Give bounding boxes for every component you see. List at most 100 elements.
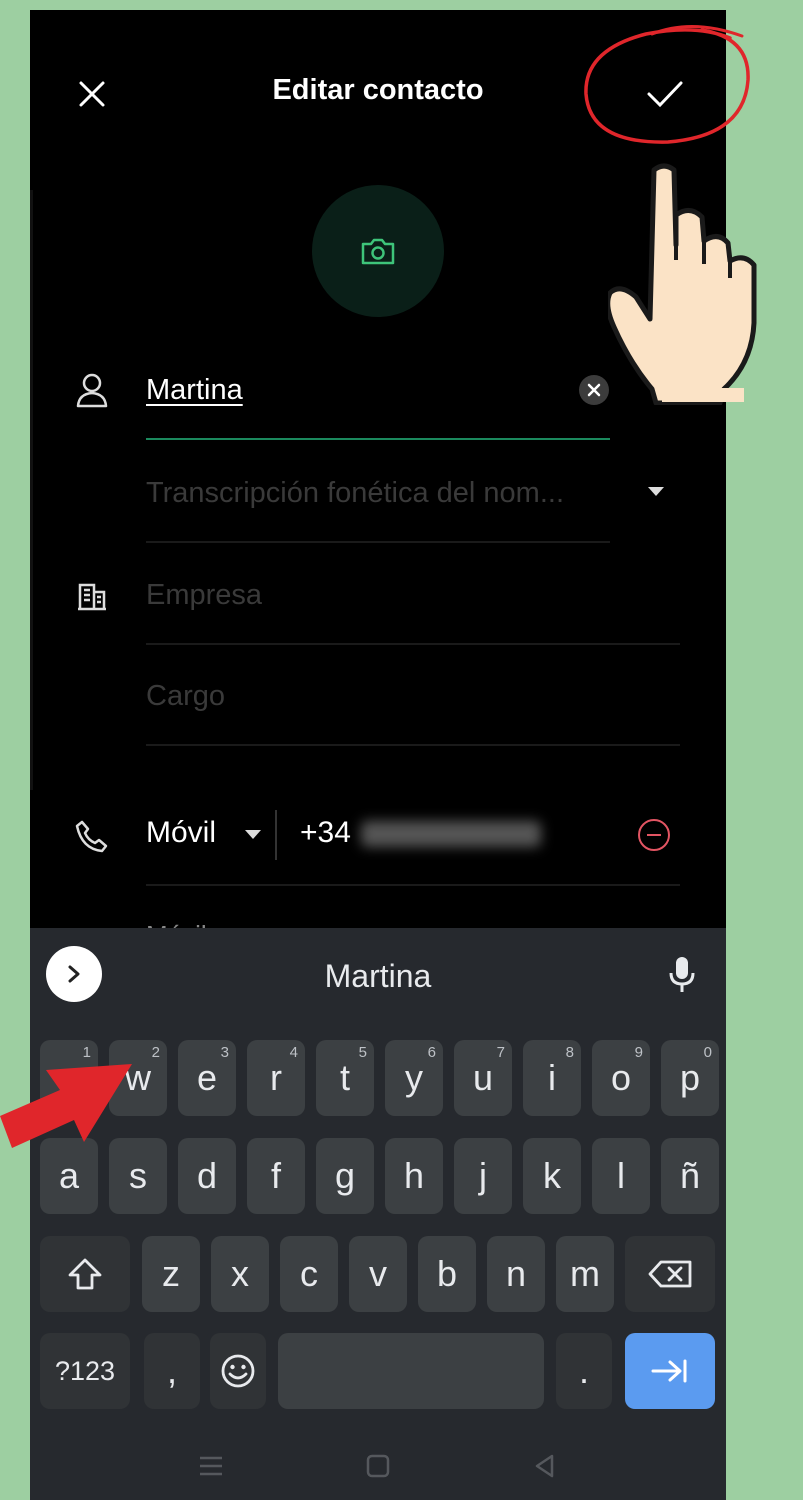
key-letter: v: [369, 1253, 387, 1294]
key-h[interactable]: h: [385, 1138, 443, 1214]
key-letter: e: [196, 1057, 218, 1098]
key-letter: b: [436, 1253, 458, 1294]
back-button[interactable]: [525, 1446, 565, 1486]
phonetic-name-input[interactable]: Transcripción fonética del nom...: [146, 477, 564, 510]
divider: [275, 810, 277, 860]
key-y[interactable]: y6: [385, 1040, 443, 1116]
redacted-number: [360, 821, 541, 848]
name-underline: [146, 438, 610, 440]
red-arrow-annotation: [0, 1064, 132, 1148]
key-letter: p: [679, 1057, 701, 1098]
chevron-down-icon[interactable]: [245, 830, 261, 839]
key-m[interactable]: m: [556, 1236, 614, 1312]
person-icon: [72, 370, 112, 410]
shift-key[interactable]: [40, 1236, 130, 1312]
key-letter: ñ: [679, 1155, 701, 1196]
camera-icon: [361, 238, 395, 265]
key-u[interactable]: u7: [454, 1040, 512, 1116]
expand-phonetic-dropdown[interactable]: [648, 487, 664, 496]
key-letter: k: [543, 1155, 561, 1196]
key-k[interactable]: k: [523, 1138, 581, 1214]
voice-input-button[interactable]: [660, 950, 704, 1000]
name-input[interactable]: Martina: [146, 374, 243, 407]
comma-key[interactable]: ,: [144, 1333, 200, 1409]
suggestion-bar: Martina: [30, 928, 726, 1020]
phone-type-select[interactable]: Móvil: [146, 816, 216, 850]
key-letter: h: [403, 1155, 425, 1196]
mic-icon: [669, 957, 695, 992]
highlight-circle-annotation: [584, 25, 750, 144]
key-letter: u: [472, 1057, 494, 1098]
divider: [146, 884, 680, 886]
key-number-hint: 7: [496, 1044, 505, 1061]
key-letter: n: [505, 1253, 527, 1294]
divider: [30, 190, 33, 790]
key-number-hint: 5: [358, 1044, 367, 1061]
key-letter: o: [610, 1057, 632, 1098]
key-number-hint: 2: [151, 1044, 160, 1061]
phone-input[interactable]: +34: [300, 816, 541, 850]
key-j[interactable]: j: [454, 1138, 512, 1214]
building-icon: [72, 576, 112, 616]
key-ñ[interactable]: ñ: [661, 1138, 719, 1214]
remove-phone-button[interactable]: [638, 819, 670, 851]
back-icon: [535, 1454, 554, 1478]
divider: [146, 744, 680, 746]
job-title-input[interactable]: Cargo: [146, 680, 225, 713]
minus-icon: [647, 833, 661, 837]
key-p[interactable]: p0: [661, 1040, 719, 1116]
key-c[interactable]: c: [280, 1236, 338, 1312]
backspace-key[interactable]: [625, 1236, 715, 1312]
key-v[interactable]: v: [349, 1236, 407, 1312]
emoji-key[interactable]: [210, 1333, 266, 1409]
space-key[interactable]: [278, 1333, 544, 1409]
keyboard: Martina ?123 , . 1 w 2 e 3 r 4 t 5 y 6 u…: [30, 928, 726, 1500]
key-b[interactable]: b: [418, 1236, 476, 1312]
key-x[interactable]: x: [211, 1236, 269, 1312]
key-letter: a: [58, 1155, 80, 1196]
home-button[interactable]: [358, 1446, 398, 1486]
key-i[interactable]: i8: [523, 1040, 581, 1116]
key-letter: j: [479, 1155, 487, 1196]
clear-icon: [587, 383, 601, 397]
next-key[interactable]: [625, 1333, 715, 1409]
key-letter: r: [270, 1057, 282, 1098]
key-letter: t: [339, 1057, 350, 1098]
key-letter: i: [548, 1057, 556, 1098]
clear-name-button[interactable]: [579, 375, 609, 405]
key-letter: x: [231, 1253, 249, 1294]
key-letter: z: [162, 1253, 180, 1294]
key-n[interactable]: n: [487, 1236, 545, 1312]
key-r[interactable]: r4: [247, 1040, 305, 1116]
key-number-hint: 9: [634, 1044, 643, 1061]
key-number-hint: 0: [703, 1044, 712, 1061]
key-letter: m: [570, 1253, 600, 1294]
key-g[interactable]: g: [316, 1138, 374, 1214]
key-number-hint: 3: [220, 1044, 229, 1061]
key-letter: s: [129, 1155, 147, 1196]
symbols-key[interactable]: ?123: [40, 1333, 130, 1409]
key-letter: d: [196, 1155, 218, 1196]
phone-icon: [72, 816, 112, 856]
key-letter: g: [334, 1155, 356, 1196]
key-e[interactable]: e3: [178, 1040, 236, 1116]
key-l[interactable]: l: [592, 1138, 650, 1214]
key-o[interactable]: o9: [592, 1040, 650, 1116]
home-icon: [366, 1454, 390, 1478]
menu-icon: [200, 1456, 222, 1476]
backspace-icon: [648, 1260, 692, 1288]
key-number-hint: 6: [427, 1044, 436, 1061]
menu-button[interactable]: [191, 1446, 231, 1486]
key-f[interactable]: f: [247, 1138, 305, 1214]
key-letter: y: [405, 1057, 423, 1098]
company-input[interactable]: Empresa: [146, 579, 262, 612]
pointing-hand-icon: [608, 163, 757, 405]
period-key[interactable]: .: [556, 1333, 612, 1409]
key-t[interactable]: t5: [316, 1040, 374, 1116]
phone-prefix: +34: [300, 816, 351, 849]
key-z[interactable]: z: [142, 1236, 200, 1312]
add-photo-button[interactable]: [312, 185, 444, 317]
suggestion-word[interactable]: Martina: [30, 958, 726, 995]
key-number-hint: 4: [289, 1044, 298, 1061]
key-d[interactable]: d: [178, 1138, 236, 1214]
